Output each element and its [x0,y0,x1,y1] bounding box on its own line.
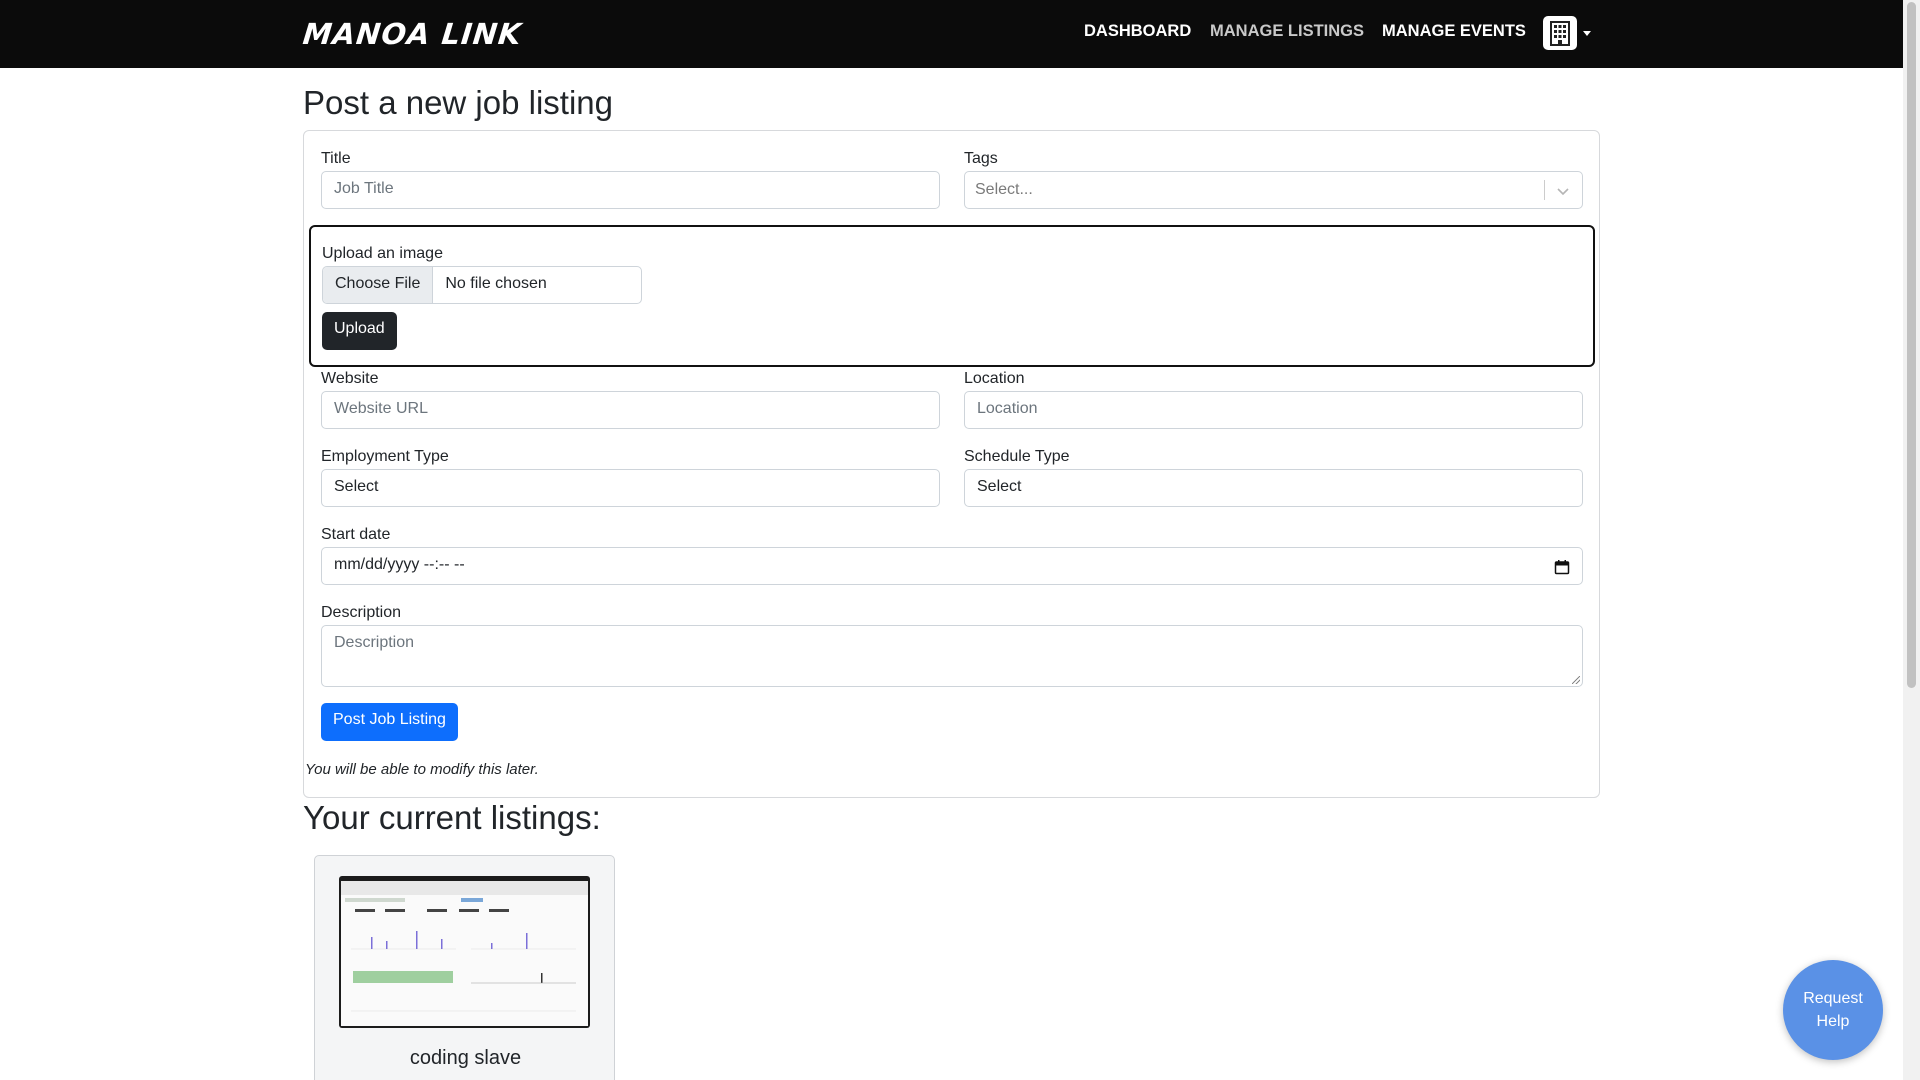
chevron-down-icon[interactable] [1556,183,1570,202]
post-job-listing-button[interactable]: Post Job Listing [321,703,458,741]
schedule-type-select[interactable]: Select [964,469,1583,507]
thumbnail-screenshot [341,881,588,1026]
vertical-scrollbar[interactable] [1903,0,1920,1080]
nav-manage-listings[interactable]: MANAGE LISTINGS [1210,22,1364,41]
nav-manage-events[interactable]: MANAGE EVENTS [1382,22,1526,41]
start-date-value: mm/dd/yyyy --:-- -- [334,556,465,573]
choose-file-button[interactable]: Choose File [323,267,434,303]
description-placeholder: Description [334,634,415,651]
tags-select[interactable]: Select... [964,171,1583,209]
listing-card[interactable]: coding slave [314,855,615,1080]
start-date-label: Start date [321,526,391,543]
page: MANOA LINK DASHBOARD MANAGE LISTINGS MAN… [0,0,1920,1080]
scrollbar-thumb[interactable] [1907,2,1916,688]
start-date-input[interactable]: mm/dd/yyyy --:-- -- [321,547,1583,585]
current-listings-heading: Your current listings: [303,799,601,836]
schedule-type-label: Schedule Type [964,448,1070,465]
description-label: Description [321,604,402,621]
employment-type-select[interactable]: Select [321,469,940,507]
location-input[interactable]: Location [964,391,1583,429]
resize-grip[interactable] [1572,676,1580,684]
listing-thumbnail [339,876,590,1028]
listing-title: coding slave [409,1047,522,1069]
top-navbar: MANOA LINK DASHBOARD MANAGE LISTINGS MAN… [0,0,1903,68]
org-dropdown-toggle[interactable] [1543,16,1591,50]
upload-button[interactable]: Upload [322,312,397,350]
brand-logo[interactable]: MANOA LINK [301,14,524,54]
employment-type-label: Employment Type [321,448,449,465]
website-input[interactable]: Website URL [321,391,940,429]
request-help-button[interactable]: Request Help [1783,960,1883,1060]
upload-label: Upload an image [322,245,443,262]
description-textarea[interactable]: Description [321,625,1583,687]
tags-label: Tags [964,150,998,167]
calendar-icon[interactable] [1554,559,1570,580]
modify-later-note: You will be able to modify this later. [305,761,539,778]
location-label: Location [964,370,1025,387]
select-separator [1544,180,1545,200]
tags-placeholder: Select... [975,181,1033,198]
file-status: No file chosen [445,275,547,292]
title-label: Title [321,150,351,167]
page-title: Post a new job listing [303,84,614,121]
website-label: Website [321,370,379,387]
building-icon [1543,16,1577,50]
help-label-line1: Request [1803,990,1863,1007]
help-label-line2: Help [1816,1013,1850,1030]
file-input[interactable]: Choose File No file chosen [322,266,642,304]
title-input[interactable]: Job Title [321,171,940,209]
caret-down-icon [1583,30,1591,36]
nav-dashboard[interactable]: DASHBOARD [1084,22,1191,41]
